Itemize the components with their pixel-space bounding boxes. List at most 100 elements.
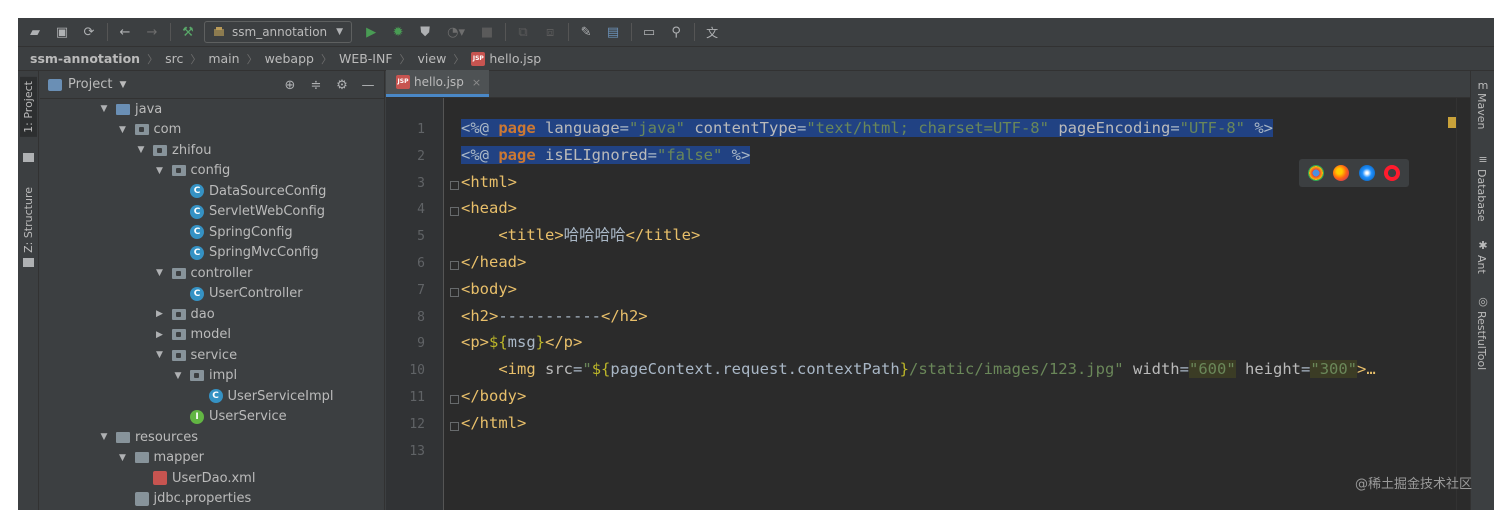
chrome-icon[interactable] (1307, 165, 1324, 181)
breadcrumb-item[interactable]: JSP hello.jsp (471, 51, 541, 66)
code-line[interactable]: <html> (461, 169, 517, 196)
code-line[interactable]: <img src="${pageContext.request.contextP… (461, 356, 1376, 383)
breadcrumb-item[interactable]: main 〉 (208, 51, 264, 67)
breadcrumb-item[interactable]: webapp 〉 (265, 51, 339, 67)
debug-icon[interactable]: ✹ (387, 21, 409, 43)
update-icon[interactable]: ⧈ (539, 21, 561, 43)
chevron-down-icon[interactable]: ▼ (117, 453, 129, 463)
chevron-right-icon[interactable]: ▶ (154, 309, 166, 319)
tree-row-model[interactable]: ▶ model (154, 325, 231, 345)
tree-row-dao[interactable]: ▶ dao (154, 304, 215, 324)
tree-row-userservice[interactable]: I UserService (190, 407, 287, 427)
tree-row-mapper[interactable]: ▼ mapper (117, 448, 204, 468)
chevron-down-icon[interactable]: ▼ (98, 432, 110, 442)
tree-row-userserviceimpl[interactable]: C UserServiceImpl (208, 386, 334, 406)
project-structure-icon[interactable]: ▤ (602, 21, 624, 43)
tree-row-java[interactable]: ▼ java (98, 99, 163, 119)
tree-row-springmvcconfig[interactable]: C SpringMvcConfig (190, 243, 319, 263)
chevron-right-icon[interactable]: ▶ (154, 330, 166, 340)
breadcrumb-item[interactable]: view 〉 (418, 51, 472, 67)
hide-icon[interactable]: — (358, 75, 378, 95)
chevron-down-icon[interactable]: ▼ (172, 371, 184, 381)
breadcrumb-item[interactable]: src 〉 (165, 51, 208, 67)
locate-icon[interactable]: ⊕ (280, 75, 300, 95)
chevron-down-icon[interactable]: ▼ (98, 104, 110, 114)
tab-hello-jsp[interactable]: JSP hello.jsp × (386, 70, 490, 97)
breadcrumb-item[interactable]: ssm-annotation 〉 (30, 51, 165, 67)
forward-icon[interactable]: → (141, 21, 163, 43)
project-tree[interactable]: ▼ java ▼ com ▼ zhifou ▼ config C DataSourceConfig… (40, 99, 385, 510)
warning-marker-icon[interactable] (1448, 117, 1456, 128)
chevron-down-icon[interactable]: ▼ (154, 166, 166, 176)
code-line[interactable]: </html> (461, 410, 526, 437)
opera-icon[interactable] (1384, 165, 1401, 181)
search-icon[interactable]: ⚲ (665, 21, 687, 43)
chevron-down-icon[interactable]: ▼ (119, 80, 126, 90)
tree-row-service[interactable]: ▼ service (154, 345, 237, 365)
properties-file-icon (134, 491, 149, 506)
tab-maven[interactable]: Maven (1475, 93, 1488, 129)
fold-marker-icon[interactable] (450, 287, 459, 297)
fold-marker-icon[interactable] (450, 261, 459, 270)
chevron-right-icon: 〉 (320, 52, 332, 66)
sync-icon[interactable]: ⟳ (78, 21, 100, 43)
folder-icon (23, 153, 34, 162)
chevron-down-icon[interactable]: ▼ (154, 268, 166, 278)
save-icon[interactable]: ▣ (51, 21, 73, 43)
chevron-down-icon[interactable]: ▼ (135, 145, 147, 155)
fold-marker-icon[interactable] (450, 180, 459, 190)
tab-restfultool[interactable]: RestfulTool (1475, 311, 1488, 370)
tree-row-userdao-xml[interactable]: UserDao.xml (153, 468, 255, 488)
stop-icon[interactable]: ■ (476, 21, 498, 43)
code-line[interactable]: <%@ page language="java" contentType="te… (461, 115, 1273, 142)
tree-row-datasourceconfig[interactable]: C DataSourceConfig (190, 181, 326, 201)
tab-database[interactable]: Database (1475, 169, 1488, 222)
tab-project[interactable]: 1: Project (20, 77, 37, 137)
tree-row-com[interactable]: ▼ com (117, 120, 181, 140)
tab-structure[interactable]: Z: Structure (20, 183, 37, 257)
tree-row-resources[interactable]: ▼ resources (98, 427, 198, 447)
tree-row-controller[interactable]: ▼ controller (154, 263, 253, 283)
code-line[interactable]: </body> (461, 383, 526, 410)
safari-icon[interactable] (1358, 165, 1375, 181)
open-folder-icon[interactable]: ▰ (24, 21, 46, 43)
tree-row-servletwebconfig[interactable]: C ServletWebConfig (190, 202, 325, 222)
close-icon[interactable]: × (472, 76, 481, 89)
tree-row-usercontroller[interactable]: C UserController (190, 284, 303, 304)
fold-marker-icon[interactable] (450, 207, 459, 217)
back-icon[interactable]: ← (114, 21, 136, 43)
code-line[interactable]: <%@ page isELIgnored="false" %> (461, 142, 751, 169)
code-line[interactable]: <head> (461, 195, 517, 222)
fold-marker-icon[interactable] (450, 421, 459, 431)
gear-icon[interactable]: ⚙ (332, 75, 352, 95)
coverage-icon[interactable]: ⛊ (414, 21, 436, 43)
attach-icon[interactable]: ⧉ (512, 21, 534, 43)
run-config-selector[interactable]: ssm_annotation ▼ (204, 21, 353, 43)
firefox-icon[interactable] (1333, 165, 1350, 181)
chevron-down-icon[interactable]: ▼ (154, 350, 166, 360)
code-line[interactable]: <title>哈哈哈哈</title> (461, 222, 700, 249)
settings-wrench-icon[interactable]: ✎ (575, 21, 597, 43)
code-line[interactable]: <h2>-----------</h2> (461, 303, 648, 330)
code-line[interactable]: <p>${msg}</p> (461, 329, 582, 356)
breadcrumb-item[interactable]: WEB-INF 〉 (339, 51, 418, 67)
collapse-all-icon[interactable]: ≑ (306, 75, 326, 95)
fold-marker-icon[interactable] (450, 395, 459, 404)
editor-scrollbar[interactable] (1456, 98, 1470, 510)
translate-icon[interactable]: 文 (701, 21, 723, 43)
tree-row-zhifou[interactable]: ▼ zhifou (135, 140, 212, 160)
tree-row-springconfig[interactable]: C SpringConfig (190, 222, 293, 242)
profile-icon[interactable]: ◔▾ (441, 21, 471, 43)
build-hammer-icon[interactable]: ⚒ (177, 21, 199, 43)
run-icon[interactable]: ▶ (360, 21, 382, 43)
code-line[interactable]: </head> (461, 249, 526, 276)
tree-row-impl[interactable]: ▼ impl (172, 366, 238, 386)
code-line[interactable]: <body> (461, 276, 517, 303)
line-number-gutter[interactable]: 1 2 3 4 5 6 7 8 9 10 11 12 13 (386, 98, 444, 510)
terminal-icon[interactable]: ▭ (638, 21, 660, 43)
chevron-down-icon[interactable]: ▼ (117, 125, 129, 135)
tab-ant[interactable]: Ant (1475, 255, 1488, 274)
tree-row-config[interactable]: ▼ config (154, 161, 230, 181)
project-panel-title[interactable]: Project (68, 77, 112, 92)
tree-row-jdbc-properties[interactable]: jdbc.properties (134, 489, 251, 509)
